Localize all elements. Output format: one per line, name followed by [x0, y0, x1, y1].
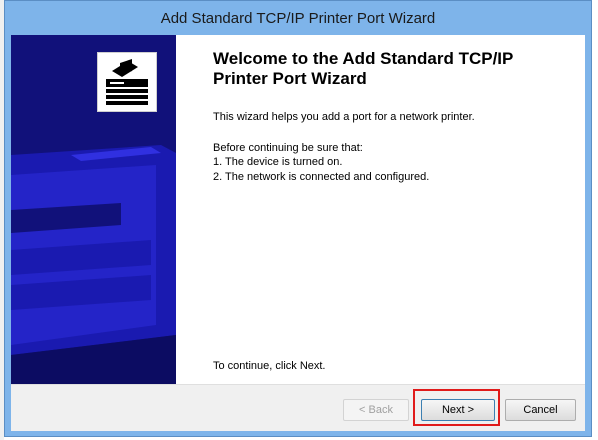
title-bar[interactable]: Add Standard TCP/IP Printer Port Wizard [5, 1, 591, 35]
checklist-item: 2. The network is connected and configur… [213, 171, 430, 183]
checklist-item: 1. The device is turned on. [213, 156, 343, 168]
cancel-button[interactable]: Cancel [505, 399, 576, 421]
window-title: Add Standard TCP/IP Printer Port Wizard [160, 10, 436, 27]
wizard-side-panel [11, 35, 176, 384]
wizard-client-area: Welcome to the Add Standard TCP/IP Print… [11, 35, 585, 431]
printer-wizard-icon [97, 52, 157, 112]
next-button[interactable]: Next > [421, 399, 495, 421]
back-button[interactable]: < Back [343, 399, 409, 421]
wizard-window: Add Standard TCP/IP Printer Port Wizard [4, 0, 592, 437]
page-title: Welcome to the Add Standard TCP/IP Print… [213, 49, 514, 88]
continue-hint: To continue, click Next. [213, 360, 326, 372]
wizard-footer: < Back Next > Cancel [11, 384, 585, 431]
before-continuing-text: Before continuing be sure that: [213, 142, 363, 154]
intro-text: This wizard helps you add a port for a n… [213, 111, 475, 123]
